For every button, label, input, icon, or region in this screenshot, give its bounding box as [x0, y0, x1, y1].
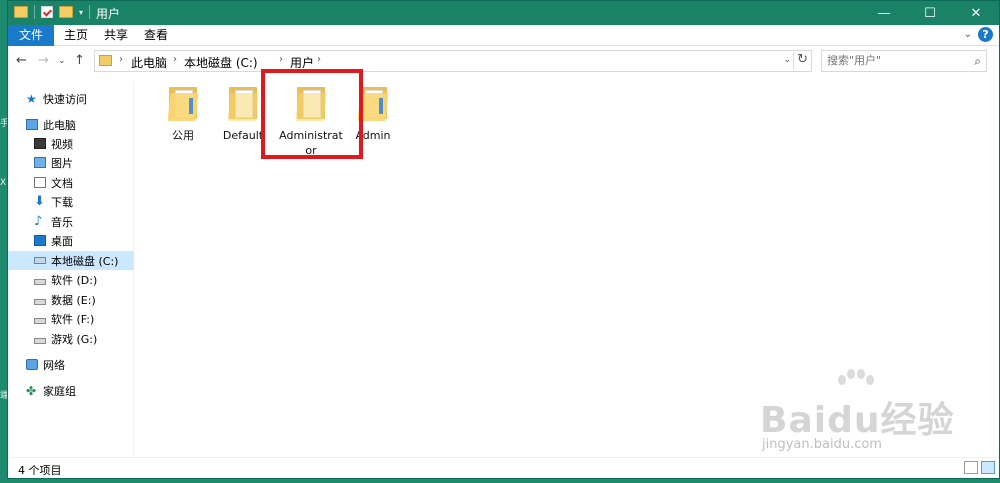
sidebar-item-homegroup[interactable]: ✤ 家庭组: [8, 381, 134, 400]
sidebar-item-label: 软件 (D:): [51, 273, 98, 287]
address-bar[interactable]: › 此电脑 › 本地磁盘 (C:) › 用户 › ⌄ ↻: [94, 50, 812, 72]
status-bar: 4 个项目: [8, 457, 999, 479]
item-count: 4 个项目: [18, 464, 62, 477]
background-fragment: X: [0, 178, 7, 188]
divider: [34, 5, 35, 19]
sidebar-item-quick-access[interactable]: ★ 快速访问: [8, 89, 134, 108]
title-bar: ▾ 用户 — ☐ ✕: [8, 1, 999, 25]
sidebar-item-drive-f[interactable]: 软件 (F:): [8, 309, 134, 328]
navigation-bar: ← → ⌄ ↑ › 此电脑 › 本地磁盘 (C:) › 用户 › ⌄ ↻ ⌕: [8, 46, 999, 76]
folder-icon: [14, 6, 28, 18]
breadcrumb-separator-icon[interactable]: ›: [173, 54, 177, 65]
highlight-box: [261, 69, 363, 159]
tab-file[interactable]: 文件: [8, 25, 54, 46]
help-icon[interactable]: ?: [978, 27, 993, 42]
forward-arrow-icon[interactable]: →: [38, 53, 49, 68]
sidebar-item-label: 图片: [51, 156, 73, 170]
drive-icon: [34, 317, 46, 324]
back-arrow-icon[interactable]: ←: [16, 53, 27, 68]
sidebar-item-downloads[interactable]: ⬇ 下载: [8, 192, 134, 211]
sidebar-item-label: 桌面: [51, 234, 73, 248]
breadcrumb-local-disk-c[interactable]: 本地磁盘 (C:): [184, 54, 258, 71]
window-title: 用户: [96, 7, 121, 21]
sidebar-item-network[interactable]: 网络: [8, 355, 134, 374]
breadcrumb-separator-icon[interactable]: ›: [119, 54, 123, 65]
search-icon[interactable]: ⌕: [974, 54, 981, 69]
sidebar-item-videos[interactable]: 视频: [8, 134, 134, 153]
sidebar-item-drive-d[interactable]: 软件 (D:): [8, 270, 134, 289]
breadcrumb-this-pc[interactable]: 此电脑: [131, 54, 167, 71]
sidebar-item-label: 游戏 (G:): [51, 332, 98, 346]
drive-icon: [34, 278, 46, 285]
sidebar-item-label: 网络: [43, 358, 65, 372]
computer-icon: [26, 119, 38, 130]
sidebar-item-this-pc[interactable]: 此电脑: [8, 115, 134, 134]
up-arrow-icon[interactable]: ↑: [74, 53, 85, 68]
ribbon: 文件 主页 共享 查看 ⌄ ?: [8, 25, 999, 46]
drive-icon: [34, 298, 46, 305]
sidebar-item-documents[interactable]: 文档: [8, 173, 134, 192]
homegroup-icon: ✤: [26, 383, 37, 398]
search-box[interactable]: ⌕: [821, 50, 987, 72]
sidebar-item-label: 快速访问: [43, 92, 87, 106]
sidebar-item-drive-g[interactable]: 游戏 (G:): [8, 329, 134, 348]
sidebar-item-label: 此电脑: [43, 118, 76, 132]
sidebar-item-label: 数据 (E:): [51, 293, 96, 307]
breadcrumb-separator-icon[interactable]: ›: [317, 54, 321, 65]
large-icons-view-icon[interactable]: [981, 461, 995, 474]
picture-icon: [34, 157, 46, 168]
details-view-icon[interactable]: [964, 461, 978, 474]
star-icon: ★: [26, 91, 37, 106]
sidebar-item-label: 家庭组: [43, 384, 76, 398]
sidebar-item-label: 文档: [51, 176, 73, 190]
sidebar-item-drive-e[interactable]: 数据 (E:): [8, 290, 134, 309]
document-icon: [34, 177, 46, 188]
network-icon: [26, 359, 38, 370]
minimize-button[interactable]: —: [861, 1, 907, 25]
refresh-icon[interactable]: ↻: [793, 52, 808, 70]
music-icon: ♪: [34, 214, 43, 229]
properties-icon[interactable]: [41, 6, 53, 18]
folder-icon: [167, 87, 199, 123]
sidebar-item-desktop[interactable]: 桌面: [8, 231, 134, 250]
drive-icon: [34, 337, 46, 344]
tab-view[interactable]: 查看: [138, 25, 174, 46]
download-icon: ⬇: [34, 194, 45, 209]
search-input[interactable]: [827, 54, 962, 67]
divider: [89, 5, 91, 19]
sidebar-item-music[interactable]: ♪ 音乐: [8, 212, 134, 231]
navigation-pane: ★ 快速访问 此电脑 视频 图片 文档 ⬇ 下载 ♪ 音乐 桌面 本地磁盘 (C…: [8, 81, 134, 457]
close-button[interactable]: ✕: [953, 1, 999, 25]
quick-access-toolbar: ▾: [14, 5, 91, 19]
desktop-icon: [34, 235, 46, 246]
maximize-button[interactable]: ☐: [907, 1, 953, 25]
new-folder-icon[interactable]: [59, 6, 73, 18]
sidebar-item-label: 视频: [51, 137, 73, 151]
folder-icon: [99, 55, 112, 66]
expand-ribbon-chevron-icon[interactable]: ⌄: [964, 29, 972, 40]
recent-locations-chevron-icon[interactable]: ⌄: [58, 56, 66, 66]
customize-toolbar-chevron-icon[interactable]: ▾: [79, 8, 83, 17]
sidebar-item-local-disk-c[interactable]: 本地磁盘 (C:): [8, 251, 134, 270]
sidebar-item-label: 下载: [51, 195, 73, 209]
video-icon: [34, 138, 46, 149]
drive-icon: [34, 257, 46, 264]
sidebar-item-pictures[interactable]: 图片: [8, 153, 134, 172]
breadcrumb-separator-icon[interactable]: ›: [279, 54, 283, 65]
folder-icon: [227, 87, 259, 123]
sidebar-item-label: 软件 (F:): [51, 312, 95, 326]
tab-share[interactable]: 共享: [98, 25, 134, 46]
file-list: 公用 Default Administrator Admin: [135, 69, 999, 457]
tab-home[interactable]: 主页: [58, 25, 94, 46]
sidebar-item-label: 音乐: [51, 215, 73, 229]
explorer-window: ▾ 用户 — ☐ ✕ 文件 主页 共享 查看 ⌄ ? ← → ⌄ ↑ › 此电脑…: [7, 0, 1000, 479]
address-history-chevron-icon[interactable]: ⌄: [783, 55, 791, 65]
sidebar-item-label: 本地磁盘 (C:): [51, 254, 119, 268]
